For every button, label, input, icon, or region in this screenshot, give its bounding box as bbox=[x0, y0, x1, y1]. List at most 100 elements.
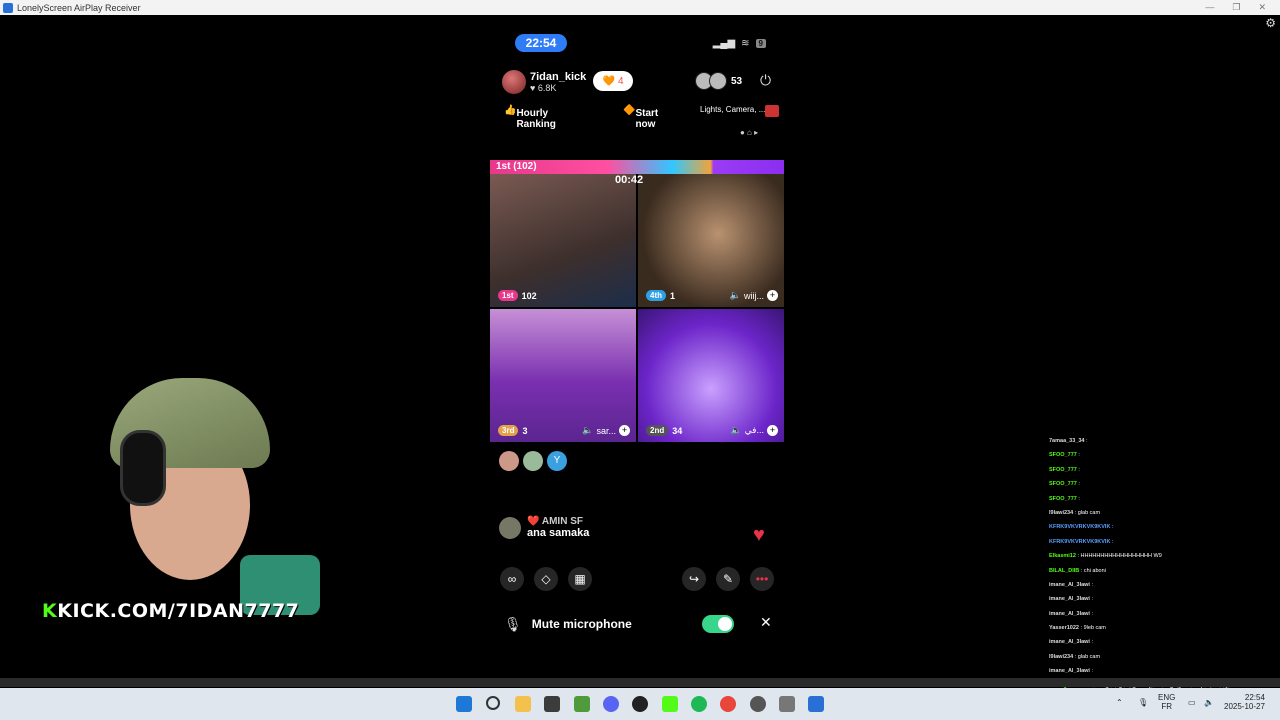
edit-icon[interactable]: ✎ bbox=[716, 567, 740, 591]
chat-message: : bbox=[1078, 495, 1080, 502]
settings-icon[interactable] bbox=[779, 696, 795, 712]
chat-message: : HHHHHHHHHHHHHHHHHH W9 bbox=[1077, 553, 1162, 560]
tile-score: 34 bbox=[672, 425, 683, 436]
chat-line: SFOO_777 : bbox=[1049, 477, 1249, 491]
discord-icon[interactable] bbox=[603, 696, 619, 712]
chat-message: : bbox=[1091, 581, 1094, 588]
wifi-icon: ≋ bbox=[741, 38, 750, 49]
gift-icon[interactable] bbox=[765, 105, 779, 117]
microphone-tray-icon[interactable]: 🎙 bbox=[1138, 698, 1148, 707]
app-icon bbox=[3, 2, 13, 13]
more-apps-icon[interactable]: ▦ bbox=[568, 567, 592, 591]
top-gifters[interactable]: Y bbox=[499, 451, 567, 471]
chat-overlay: 7amaa_33_34 : SFOO_777 : SFOO_777 : SFOO_77… bbox=[1049, 434, 1249, 693]
volume-icon[interactable]: 🔈 bbox=[1204, 698, 1214, 707]
add-icon[interactable]: + bbox=[619, 425, 630, 436]
tile-rank: 4th 1 bbox=[646, 290, 675, 301]
signal-icon: ▂▄▆ bbox=[712, 38, 736, 49]
tile-score: 102 bbox=[521, 290, 537, 301]
battle-grid: 1st 102 4th 1 🔈 wiij... + 3rd 3 🔈 sar... + 2nd 3… bbox=[490, 174, 784, 444]
tile-score: 1 bbox=[670, 290, 676, 301]
window-controls: — ❐ ✕ bbox=[1205, 2, 1266, 13]
chevron-up-icon[interactable]: ⌃ bbox=[1116, 698, 1123, 707]
window-title: LonelyScreen AirPlay Receiver bbox=[17, 2, 141, 13]
tile-rank: 1st 102 bbox=[498, 290, 537, 301]
language-indicator[interactable]: ENG FR bbox=[1158, 693, 1175, 711]
link-icon[interactable]: ∞ bbox=[500, 567, 524, 591]
horizontal-scrollbar[interactable] bbox=[0, 678, 1280, 687]
clock-date: 2025-10-27 bbox=[1224, 702, 1265, 711]
kick-url-text: KICK.COM/7IDAN7777 bbox=[57, 600, 300, 622]
start-icon[interactable] bbox=[456, 696, 472, 712]
chat-line: BILAL_DIIB : chi aboni bbox=[1049, 564, 1249, 578]
window-titlebar: LonelyScreen AirPlay Receiver — ❐ ✕ bbox=[0, 0, 1280, 15]
streamer-webcam bbox=[40, 370, 330, 625]
add-icon[interactable]: + bbox=[767, 290, 778, 301]
chat-username: KFRK9VKVRKVK9KVIK bbox=[1049, 524, 1111, 531]
lights-camera-pill[interactable]: Lights, Camera, ... bbox=[700, 105, 765, 114]
store-icon[interactable] bbox=[544, 696, 560, 712]
commenter-name: ❤️ AMIN SF bbox=[527, 516, 583, 527]
kick-logo: K bbox=[42, 600, 58, 622]
comment-text: ana samaka bbox=[527, 527, 590, 539]
app-icon-obs[interactable] bbox=[632, 696, 648, 712]
power-icon[interactable]: ⏻ bbox=[760, 72, 771, 89]
chat-line: KFRK9VKVRKVK9KVIK : bbox=[1049, 535, 1249, 549]
headset bbox=[120, 430, 166, 506]
follow-button[interactable]: 🧡 4 bbox=[593, 71, 633, 91]
phone-screen: 22:54 ▂▄▆ ≋ 9 7idan_kick ♥ 6.8K 🧡 4 53 ⏻ … bbox=[490, 28, 784, 648]
lonelyscreen-icon[interactable] bbox=[808, 696, 824, 712]
rank-badge: 3rd bbox=[498, 425, 519, 436]
system-clock[interactable]: 22:54 2025-10-27 bbox=[1224, 693, 1265, 711]
spotify-icon[interactable] bbox=[691, 696, 707, 712]
share-icon[interactable]: ↪ bbox=[682, 567, 706, 591]
chat-username: SFOO_777 bbox=[1049, 452, 1077, 459]
home-toggle-icon[interactable]: ● ⌂ ▸ bbox=[740, 128, 758, 137]
status-icons: ▂▄▆ ≋ 9 bbox=[713, 38, 766, 49]
clock-time: 22:54 bbox=[1244, 693, 1265, 702]
chrome-icon[interactable] bbox=[720, 696, 736, 712]
add-icon[interactable]: + bbox=[767, 425, 778, 436]
info-pills: 👍 Hourly Ranking 🔶 Start now Lights, Cam… bbox=[500, 102, 780, 130]
chat-username: Yasser1022 bbox=[1049, 625, 1079, 632]
guest-tile[interactable]: 2nd 34 🔈 في... + bbox=[638, 309, 784, 442]
start-now-pill[interactable]: 🔶 Start now bbox=[623, 105, 658, 130]
minecraft-icon[interactable] bbox=[574, 696, 590, 712]
tile-user: 🔈 sar... + bbox=[582, 425, 630, 436]
mute-toggle[interactable] bbox=[702, 615, 734, 633]
file-explorer-icon[interactable] bbox=[515, 696, 531, 712]
gear-icon[interactable]: ⚙ bbox=[1265, 16, 1276, 30]
host-likes: ♥ 6.8K bbox=[530, 83, 586, 93]
network-icon[interactable]: ▭ bbox=[1188, 698, 1196, 707]
steam-icon[interactable] bbox=[750, 696, 766, 712]
hourly-ranking-pill[interactable]: 👍 Hourly Ranking bbox=[504, 105, 556, 130]
chat-username: imane_Al_3lawi bbox=[1049, 639, 1090, 646]
viewer-list[interactable]: 53 bbox=[695, 72, 742, 90]
chat-message: : glab cam bbox=[1074, 509, 1101, 516]
guest-tile[interactable]: 4th 1 🔈 wiij... + bbox=[638, 174, 784, 307]
chat-message: : bbox=[1111, 524, 1114, 531]
mute-microphone-row: 🎙 Mute microphone ✕ bbox=[504, 613, 774, 635]
more-icon[interactable]: ••• bbox=[750, 567, 774, 591]
chat-message: : chi aboni bbox=[1080, 567, 1106, 574]
kick-app-icon[interactable] bbox=[662, 696, 678, 712]
restore-icon[interactable]: ❐ bbox=[1232, 2, 1240, 13]
chat-comment: ❤️ AMIN SF ana samaka bbox=[499, 516, 589, 539]
chat-username: l9lawi234 bbox=[1049, 653, 1074, 660]
guest-tile[interactable]: 3rd 3 🔈 sar... + bbox=[490, 309, 636, 442]
chat-username: Elkasmi12 bbox=[1049, 553, 1076, 560]
tile-username: sar... bbox=[596, 425, 616, 436]
chat-username: l9lawi234 bbox=[1049, 509, 1074, 516]
close-window-icon[interactable]: ✕ bbox=[1258, 2, 1266, 13]
heart-small-icon: ♥ bbox=[530, 83, 536, 93]
multi-guest-icon[interactable]: ◇ bbox=[534, 567, 558, 591]
gifter-avatar bbox=[499, 451, 519, 471]
minimize-icon[interactable]: — bbox=[1205, 2, 1214, 13]
speaker-icon: 🔈 bbox=[582, 425, 594, 435]
search-icon[interactable] bbox=[486, 696, 500, 710]
close-icon[interactable]: ✕ bbox=[760, 614, 772, 631]
like-heart-icon[interactable]: ♥ bbox=[753, 524, 765, 547]
rank-badge: 4th bbox=[646, 290, 666, 301]
guest-tile[interactable]: 1st 102 bbox=[490, 174, 636, 307]
commenter-avatar bbox=[499, 516, 521, 539]
